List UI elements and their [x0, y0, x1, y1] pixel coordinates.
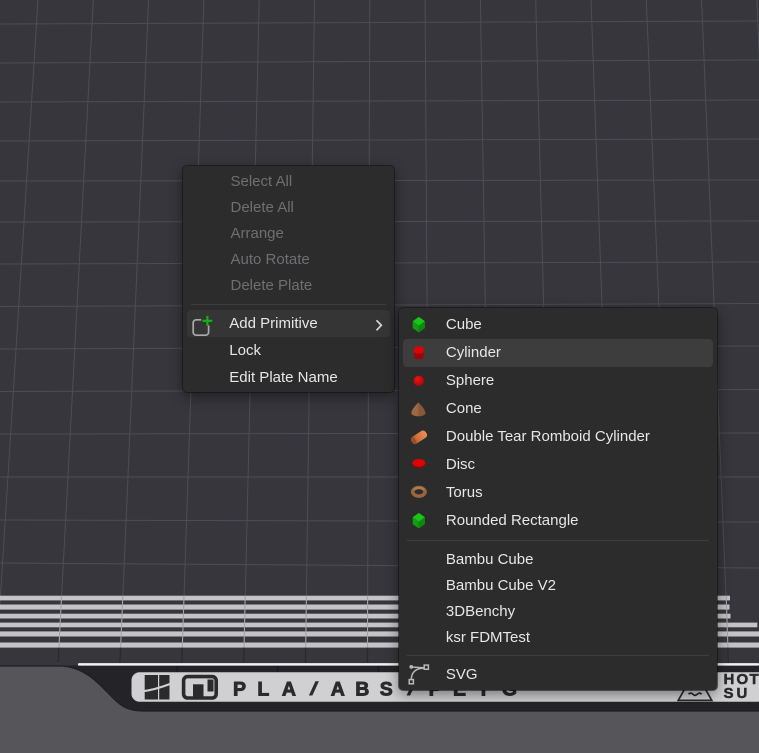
svg-text:L: L [257, 679, 269, 701]
svg-text:A: A [331, 679, 345, 701]
svg-text:A: A [282, 679, 296, 701]
svg-text:S: S [380, 679, 393, 701]
svg-text:B: B [355, 679, 369, 701]
svg-text:U: U [737, 685, 748, 702]
svg-text:T: T [750, 671, 759, 688]
svg-text:S: S [724, 685, 734, 702]
svg-text:P: P [233, 679, 246, 701]
